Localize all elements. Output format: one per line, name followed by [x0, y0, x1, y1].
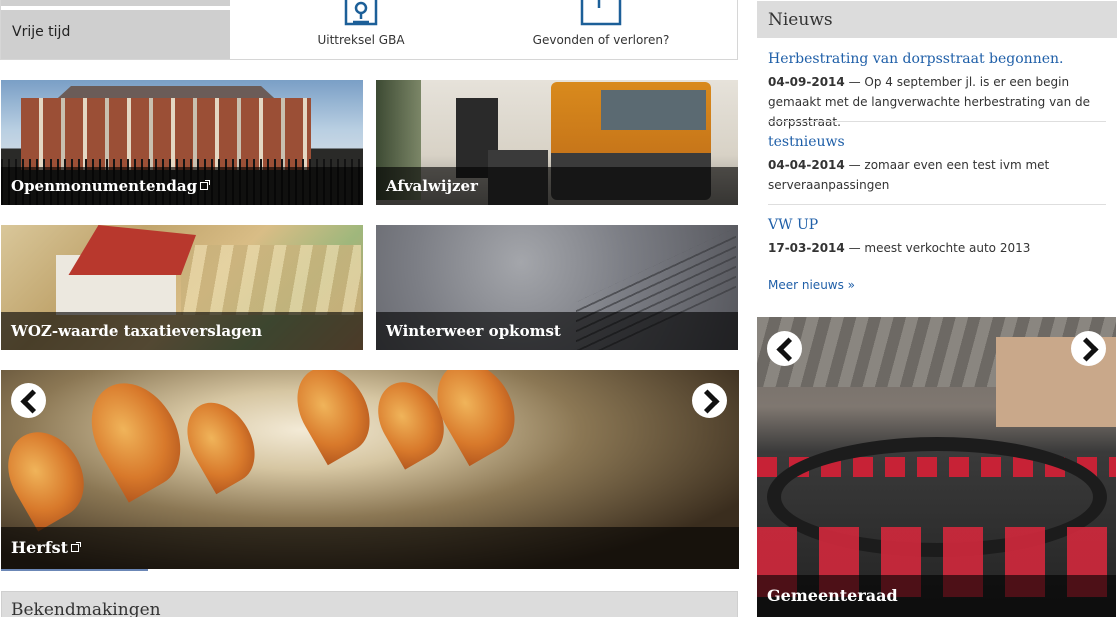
tile-caption: Afvalwijzer	[376, 167, 738, 205]
tile-caption: Winterweer opkomst	[376, 312, 738, 350]
carousel-prev-button[interactable]	[767, 331, 802, 366]
external-link-icon	[200, 180, 211, 190]
news-item-date: 17-03-2014	[768, 241, 845, 255]
quick-link-gevonden-of-verloren[interactable]: Gevonden of verloren?	[521, 0, 681, 59]
news-item: VW UP 17-03-2014 — meest verkochte auto …	[768, 217, 1106, 258]
tile-caption: Openmonumentendag	[1, 167, 363, 205]
leaf-image	[282, 370, 385, 466]
leaf-image	[173, 390, 269, 495]
news-item-date: 04-04-2014	[768, 158, 845, 172]
external-link-icon	[71, 542, 82, 552]
news-item-date: 04-09-2014	[768, 75, 845, 89]
news-divider	[768, 204, 1106, 205]
news-divider	[768, 121, 1106, 122]
clipboard-icon	[580, 0, 622, 26]
tile-winterweer[interactable]: Winterweer opkomst	[376, 225, 738, 350]
quick-link-label: Uittreksel GBA	[317, 33, 405, 47]
leaf-image	[1, 418, 99, 532]
carousel-gemeenteraad[interactable]: Gemeenteraad	[757, 317, 1116, 617]
carousel-caption: Gemeenteraad	[757, 575, 1116, 617]
quick-link-uittreksel-gba[interactable]: Uittreksel GBA	[301, 0, 421, 59]
document-stamp-icon	[344, 0, 378, 26]
bekendmakingen-header: Bekendmakingen	[1, 591, 738, 617]
carousel-next-button[interactable]	[692, 383, 727, 418]
news-item-body: 04-04-2014 — zomaar even een test ivm me…	[768, 155, 1106, 195]
carousel-caption: Herfst	[1, 527, 739, 569]
news-panel: Nieuws Herbestrating van dorpsstraat beg…	[757, 0, 1117, 307]
carousel-next-button[interactable]	[1071, 331, 1106, 366]
carousel-progress-bar	[1, 569, 148, 571]
tile-openmonumentendag[interactable]: Openmonumentendag	[1, 80, 363, 205]
tile-woz-waarde[interactable]: WOZ-waarde taxatieverslagen	[1, 225, 363, 350]
side-menu-item-previous[interactable]	[1, 0, 230, 8]
carousel-herfst[interactable]: Herfst	[1, 370, 739, 569]
tile-afvalwijzer[interactable]: Afvalwijzer	[376, 80, 738, 205]
news-header: Nieuws	[757, 1, 1117, 38]
news-item-title-link[interactable]: testnieuws	[768, 134, 1106, 150]
news-item-title-link[interactable]: VW UP	[768, 217, 1106, 233]
quick-link-label: Gevonden of verloren?	[532, 33, 670, 47]
news-item: testnieuws 04-04-2014 — zomaar even een …	[768, 134, 1106, 195]
side-menu-item-vrije-tijd[interactable]: Vrije tijd	[1, 10, 230, 59]
carousel-prev-button[interactable]	[11, 383, 46, 418]
more-news-link[interactable]: Meer nieuws »	[768, 278, 855, 292]
leaf-image	[73, 370, 199, 503]
news-item: Herbestrating van dorpsstraat begonnen. …	[768, 51, 1106, 132]
side-menu: Vrije tijd	[1, 0, 230, 59]
news-item-body: 04-09-2014 — Op 4 september jl. is er ee…	[768, 72, 1106, 132]
news-item-body: 17-03-2014 — meest verkochte auto 2013	[768, 238, 1106, 258]
news-item-summary: — meest verkochte auto 2013	[848, 241, 1031, 255]
tile-caption: WOZ-waarde taxatieverslagen	[1, 312, 363, 350]
news-item-title-link[interactable]: Herbestrating van dorpsstraat begonnen.	[768, 51, 1106, 67]
quick-links-bar: Vrije tijd Uittreksel GBA Gevonden of ve…	[0, 0, 738, 60]
